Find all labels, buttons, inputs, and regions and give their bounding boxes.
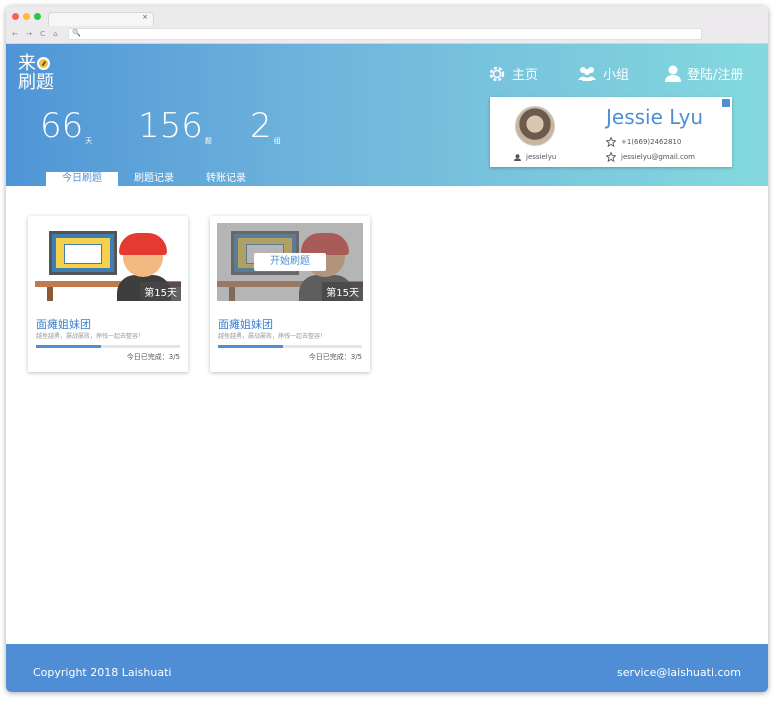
stat-groups-unit: 组: [273, 137, 281, 145]
logo-text-1: 来: [18, 53, 36, 74]
progress-bar: [36, 345, 180, 348]
stat-days-unit: 天: [85, 137, 93, 145]
footer: Copyright 2018 Laishuati service@laishua…: [6, 644, 768, 692]
tab-transfers[interactable]: 转账记录: [190, 172, 262, 186]
edit-icon[interactable]: [722, 99, 730, 107]
logo[interactable]: 来 刷题: [18, 54, 54, 92]
footer-email-link[interactable]: service@laishuati.com: [617, 666, 741, 679]
card-illustration: 开始刷题 第15天: [217, 223, 363, 301]
user-icon: [665, 65, 681, 82]
footer-copyright: Copyright 2018 Laishuati: [33, 666, 172, 679]
stat-groups: 2组: [250, 106, 281, 146]
profile-email: jessielyu@gmail.com: [606, 152, 695, 162]
star-icon: [606, 152, 616, 162]
address-bar[interactable]: 🔍: [68, 28, 702, 40]
minimize-window-icon[interactable]: [23, 13, 30, 20]
tab-close-icon[interactable]: ×: [142, 13, 148, 21]
day-badge: 第15天: [140, 282, 181, 301]
card-illustration: 第15天: [35, 223, 181, 301]
progress-fill: [218, 345, 283, 348]
browser-nav-icons[interactable]: ← → C ⌂: [12, 30, 61, 38]
tab-history[interactable]: 刷题记录: [118, 172, 190, 186]
nav-login-label: 登陆/注册: [687, 68, 744, 83]
tab-today[interactable]: 今日刷题: [46, 172, 118, 186]
browser-window: × ← → C ⌂ 🔍 来 刷题 66 天 156 题 2组 主页 小组 登陆/…: [6, 6, 768, 692]
stat-questions-unit: 题: [204, 137, 212, 145]
profile-username-text: jessielyu: [526, 153, 557, 161]
profile-email-text: jessielyu@gmail.com: [621, 153, 695, 161]
nav-home[interactable]: 主页: [488, 64, 538, 83]
nav-group[interactable]: 小组: [577, 64, 629, 83]
profile-username: jessielyu: [514, 153, 556, 161]
progress-bar: [218, 345, 362, 348]
progress-text: 今日已完成：3/5: [126, 353, 180, 361]
users-icon: [578, 66, 596, 81]
start-practice-button[interactable]: 开始刷题: [254, 253, 326, 271]
avatar[interactable]: [515, 106, 555, 146]
profile-name: Jessie Lyu: [606, 105, 704, 129]
search-icon: 🔍: [72, 29, 81, 37]
progress-text: 今日已完成：3/5: [308, 353, 362, 361]
card-title[interactable]: 面瘫姐妹团: [36, 316, 91, 332]
hero-header: 来 刷题 66 天 156 题 2组 主页 小组 登陆/注册 今日刷题 刷题记录 转…: [6, 44, 768, 186]
day-badge: 第15天: [322, 282, 363, 301]
close-window-icon[interactable]: [12, 13, 19, 20]
group-card-hover[interactable]: 开始刷题 第15天 面瘫姐妹团 越挫越勇，屡战屡败，挣钱一起去整容！ 今日已完成…: [210, 216, 370, 372]
gear-icon: [489, 66, 505, 81]
profile-phone-text: +1(669)2462810: [621, 138, 682, 146]
group-card[interactable]: 第15天 面瘫姐妹团 越挫越勇，屡战屡败，挣钱一起去整容！ 今日已完成：3/5: [28, 216, 188, 372]
nav-group-label: 小组: [603, 68, 630, 83]
card-subtitle: 越挫越勇，屡战屡败，挣钱一起去整容！: [36, 333, 145, 340]
profile-phone: +1(669)2462810: [606, 137, 681, 147]
tab-bar: 今日刷题 刷题记录 转账记录: [46, 172, 262, 186]
progress-fill: [36, 345, 101, 348]
profile-card: jessielyu Jessie Lyu +1(669)2462810 jess…: [490, 97, 732, 167]
stat-questions-value: 156: [138, 106, 203, 146]
card-title[interactable]: 面瘫姐妹团: [218, 316, 273, 332]
compass-icon: [37, 57, 50, 70]
star-icon: [606, 137, 616, 147]
stat-days-value: 66: [40, 106, 84, 146]
logo-text-2: 刷题: [18, 72, 54, 93]
stat-days: 66 天: [40, 106, 92, 146]
nav-home-label: 主页: [512, 68, 539, 83]
stat-questions: 156 题: [138, 106, 212, 146]
card-subtitle: 越挫越勇，屡战屡败，挣钱一起去整容！: [218, 333, 327, 340]
nav-login[interactable]: 登陆/注册: [665, 64, 743, 83]
maximize-window-icon[interactable]: [34, 13, 41, 20]
stat-groups-value: 2: [250, 106, 272, 146]
browser-tab[interactable]: ×: [48, 12, 154, 26]
user-small-icon: [514, 153, 521, 161]
browser-chrome: × ← → C ⌂ 🔍: [6, 6, 768, 44]
